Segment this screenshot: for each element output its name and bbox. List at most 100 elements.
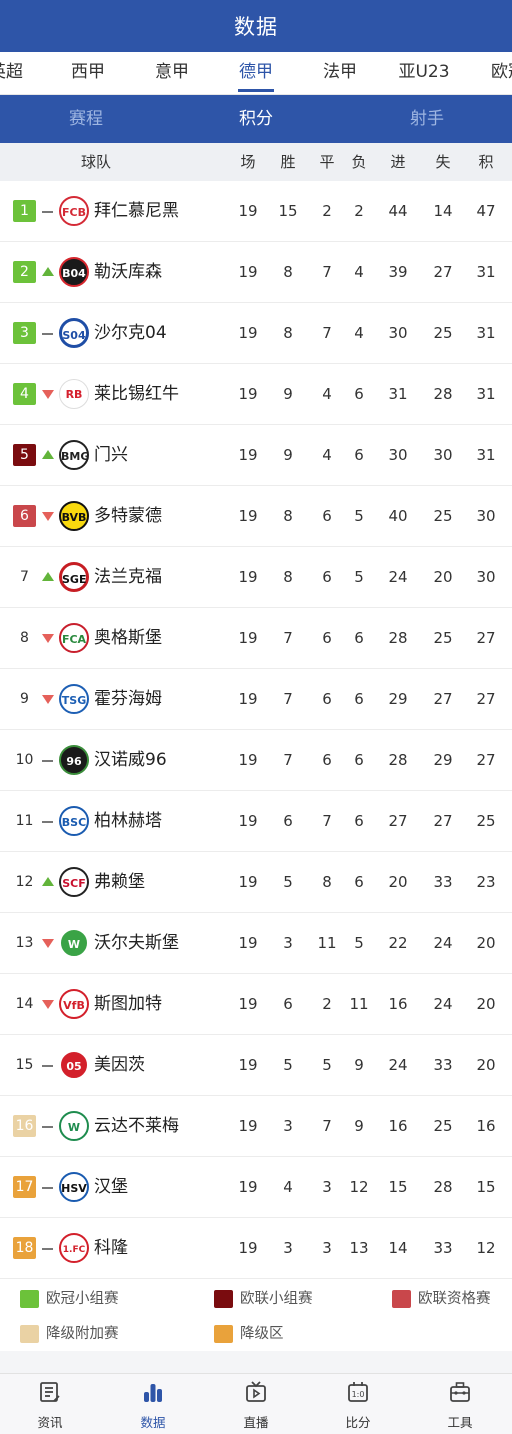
lost-cell: 12 xyxy=(349,1178,369,1196)
legend-item: 欧联资格赛 xyxy=(392,1287,491,1311)
team-name[interactable]: 奥格斯堡 xyxy=(94,608,162,669)
rank-badge: 15 xyxy=(15,1057,34,1073)
played-cell: 19 xyxy=(238,751,258,769)
bayern-logo-icon: FCB xyxy=(59,196,89,226)
table-row[interactable]: 10 96 汉诺威96 19 7 6 6 28 29 27 xyxy=(0,730,512,791)
league-tab-bar[interactable]: 英超 西甲 意甲 德甲 法甲 亚U23 欧冠 xyxy=(0,52,512,95)
legend-swatch-relegation-zone xyxy=(214,1325,233,1343)
team-name[interactable]: 汉诺威96 xyxy=(94,730,167,791)
nav-live[interactable]: 直播 xyxy=(226,1374,286,1434)
team-name[interactable]: 柏林赫塔 xyxy=(94,791,162,852)
points-cell: 16 xyxy=(476,1117,496,1135)
rank-up-icon xyxy=(42,877,54,886)
drawn-cell: 7 xyxy=(322,324,332,342)
played-cell: 19 xyxy=(238,934,258,952)
leverkusen-logo-icon: B04 xyxy=(59,257,89,287)
nav-label: 比分 xyxy=(345,1415,371,1430)
team-name[interactable]: 法兰克福 xyxy=(94,547,162,608)
rank-unchanged-icon xyxy=(42,211,53,213)
rank-unchanged-icon xyxy=(42,1065,53,1067)
goals-for-cell: 22 xyxy=(388,934,408,952)
played-cell: 19 xyxy=(238,1056,258,1074)
table-row[interactable]: 7 SGE 法兰克福 19 8 6 5 24 20 30 xyxy=(0,547,512,608)
points-cell: 47 xyxy=(476,202,496,220)
rank-down-icon xyxy=(42,1000,54,1009)
points-cell: 27 xyxy=(476,751,496,769)
team-name[interactable]: 霍芬海姆 xyxy=(94,669,162,730)
team-name[interactable]: 勒沃库森 xyxy=(94,242,162,303)
lost-cell: 4 xyxy=(354,263,364,281)
tab-serie-a[interactable]: 意甲 xyxy=(155,52,189,94)
leipzig-logo-icon: RB xyxy=(59,379,89,409)
team-name[interactable]: 汉堡 xyxy=(94,1157,128,1218)
nav-scores[interactable]: 1:0 比分 xyxy=(328,1374,388,1434)
team-name[interactable]: 沃尔夫斯堡 xyxy=(94,913,179,974)
points-cell: 20 xyxy=(476,995,496,1013)
rank-badge: 6 xyxy=(13,505,36,527)
header-goals-against: 失 xyxy=(435,153,451,171)
played-cell: 19 xyxy=(238,507,258,525)
tab-champions-league[interactable]: 欧冠 xyxy=(491,52,512,94)
team-name[interactable]: 拜仁慕尼黑 xyxy=(94,181,179,242)
nav-label: 资讯 xyxy=(37,1415,63,1430)
table-row[interactable]: 4 RB 莱比锡红牛 19 9 4 6 31 28 31 xyxy=(0,364,512,425)
team-name[interactable]: 云达不莱梅 xyxy=(94,1096,179,1157)
table-row[interactable]: 15 05 美因茨 19 5 5 9 24 33 20 xyxy=(0,1035,512,1096)
team-name[interactable]: 科隆 xyxy=(94,1218,128,1279)
nav-tools[interactable]: 工具 xyxy=(430,1374,490,1434)
page-title: 数据 xyxy=(234,15,278,39)
table-row[interactable]: 17 HSV 汉堡 19 4 3 12 15 28 15 xyxy=(0,1157,512,1218)
table-row[interactable]: 1 FCB 拜仁慕尼黑 19 15 2 2 44 14 47 xyxy=(0,181,512,242)
tab-bundesliga[interactable]: 德甲 xyxy=(239,52,273,94)
table-row[interactable]: 13 W 沃尔夫斯堡 19 3 11 5 22 24 20 xyxy=(0,913,512,974)
nav-news[interactable]: 资讯 xyxy=(20,1374,80,1434)
table-row[interactable]: 14 VfB 斯图加特 19 6 2 11 16 24 20 xyxy=(0,974,512,1035)
tab-standings[interactable]: 积分 xyxy=(239,95,273,143)
played-cell: 19 xyxy=(238,568,258,586)
drawn-cell: 6 xyxy=(322,629,332,647)
nav-data[interactable]: 数据 xyxy=(123,1374,183,1434)
table-row[interactable]: 8 FCA 奥格斯堡 19 7 6 6 28 25 27 xyxy=(0,608,512,669)
drawn-cell: 6 xyxy=(322,690,332,708)
table-row[interactable]: 6 BVB 多特蒙德 19 8 6 5 40 25 30 xyxy=(0,486,512,547)
schalke-logo-icon: S04 xyxy=(59,318,89,348)
table-row[interactable]: 11 BSC 柏林赫塔 19 6 7 6 27 27 25 xyxy=(0,791,512,852)
table-row[interactable]: 9 TSG 霍芬海姆 19 7 6 6 29 27 27 xyxy=(0,669,512,730)
table-row[interactable]: 18 1.FC 科隆 19 3 3 13 14 33 12 xyxy=(0,1218,512,1279)
tab-top-scorers[interactable]: 射手 xyxy=(410,95,444,143)
team-name[interactable]: 沙尔克04 xyxy=(94,303,167,364)
tab-ligue-1[interactable]: 法甲 xyxy=(323,52,357,94)
legend-swatch-uel-qualifying xyxy=(392,1290,411,1308)
table-row[interactable]: 12 SCF 弗赖堡 19 5 8 6 20 33 23 xyxy=(0,852,512,913)
table-row[interactable]: 2 B04 勒沃库森 19 8 7 4 39 27 31 xyxy=(0,242,512,303)
table-row[interactable]: 16 W 云达不莱梅 19 3 7 9 16 25 16 xyxy=(0,1096,512,1157)
wolfsburg-logo-icon: W xyxy=(59,928,89,958)
goals-against-cell: 20 xyxy=(433,568,453,586)
nav-label: 直播 xyxy=(243,1415,269,1430)
won-cell: 7 xyxy=(283,751,293,769)
toolbox-icon xyxy=(450,1382,470,1402)
header-goals-for: 进 xyxy=(390,153,406,171)
points-cell: 20 xyxy=(476,1056,496,1074)
won-cell: 3 xyxy=(283,934,293,952)
frankfurt-logo-icon: SGE xyxy=(59,562,89,592)
hertha-logo-icon: BSC xyxy=(59,806,89,836)
team-name[interactable]: 弗赖堡 xyxy=(94,852,145,913)
team-name[interactable]: 多特蒙德 xyxy=(94,486,162,547)
goals-against-cell: 27 xyxy=(433,263,453,281)
team-name[interactable]: 门兴 xyxy=(94,425,128,486)
team-name[interactable]: 莱比锡红牛 xyxy=(94,364,179,425)
points-cell: 23 xyxy=(476,873,496,891)
app-screen: 数据 英超 西甲 意甲 德甲 法甲 亚U23 欧冠 赛程 积分 射手 球队 场 … xyxy=(0,0,512,1434)
table-row[interactable]: 5 BMG 门兴 19 9 4 6 30 30 31 xyxy=(0,425,512,486)
table-row[interactable]: 3 S04 沙尔克04 19 8 7 4 30 25 31 xyxy=(0,303,512,364)
rank-unchanged-icon xyxy=(42,760,53,762)
rank-badge: 5 xyxy=(13,444,36,466)
team-name[interactable]: 斯图加特 xyxy=(94,974,162,1035)
team-name[interactable]: 美因茨 xyxy=(94,1035,145,1096)
tab-premier-league[interactable]: 英超 xyxy=(0,52,23,94)
tab-la-liga[interactable]: 西甲 xyxy=(71,52,105,94)
tab-afc-u23[interactable]: 亚U23 xyxy=(398,52,449,94)
rank-badge: 8 xyxy=(20,630,29,646)
tab-schedule[interactable]: 赛程 xyxy=(69,95,103,143)
